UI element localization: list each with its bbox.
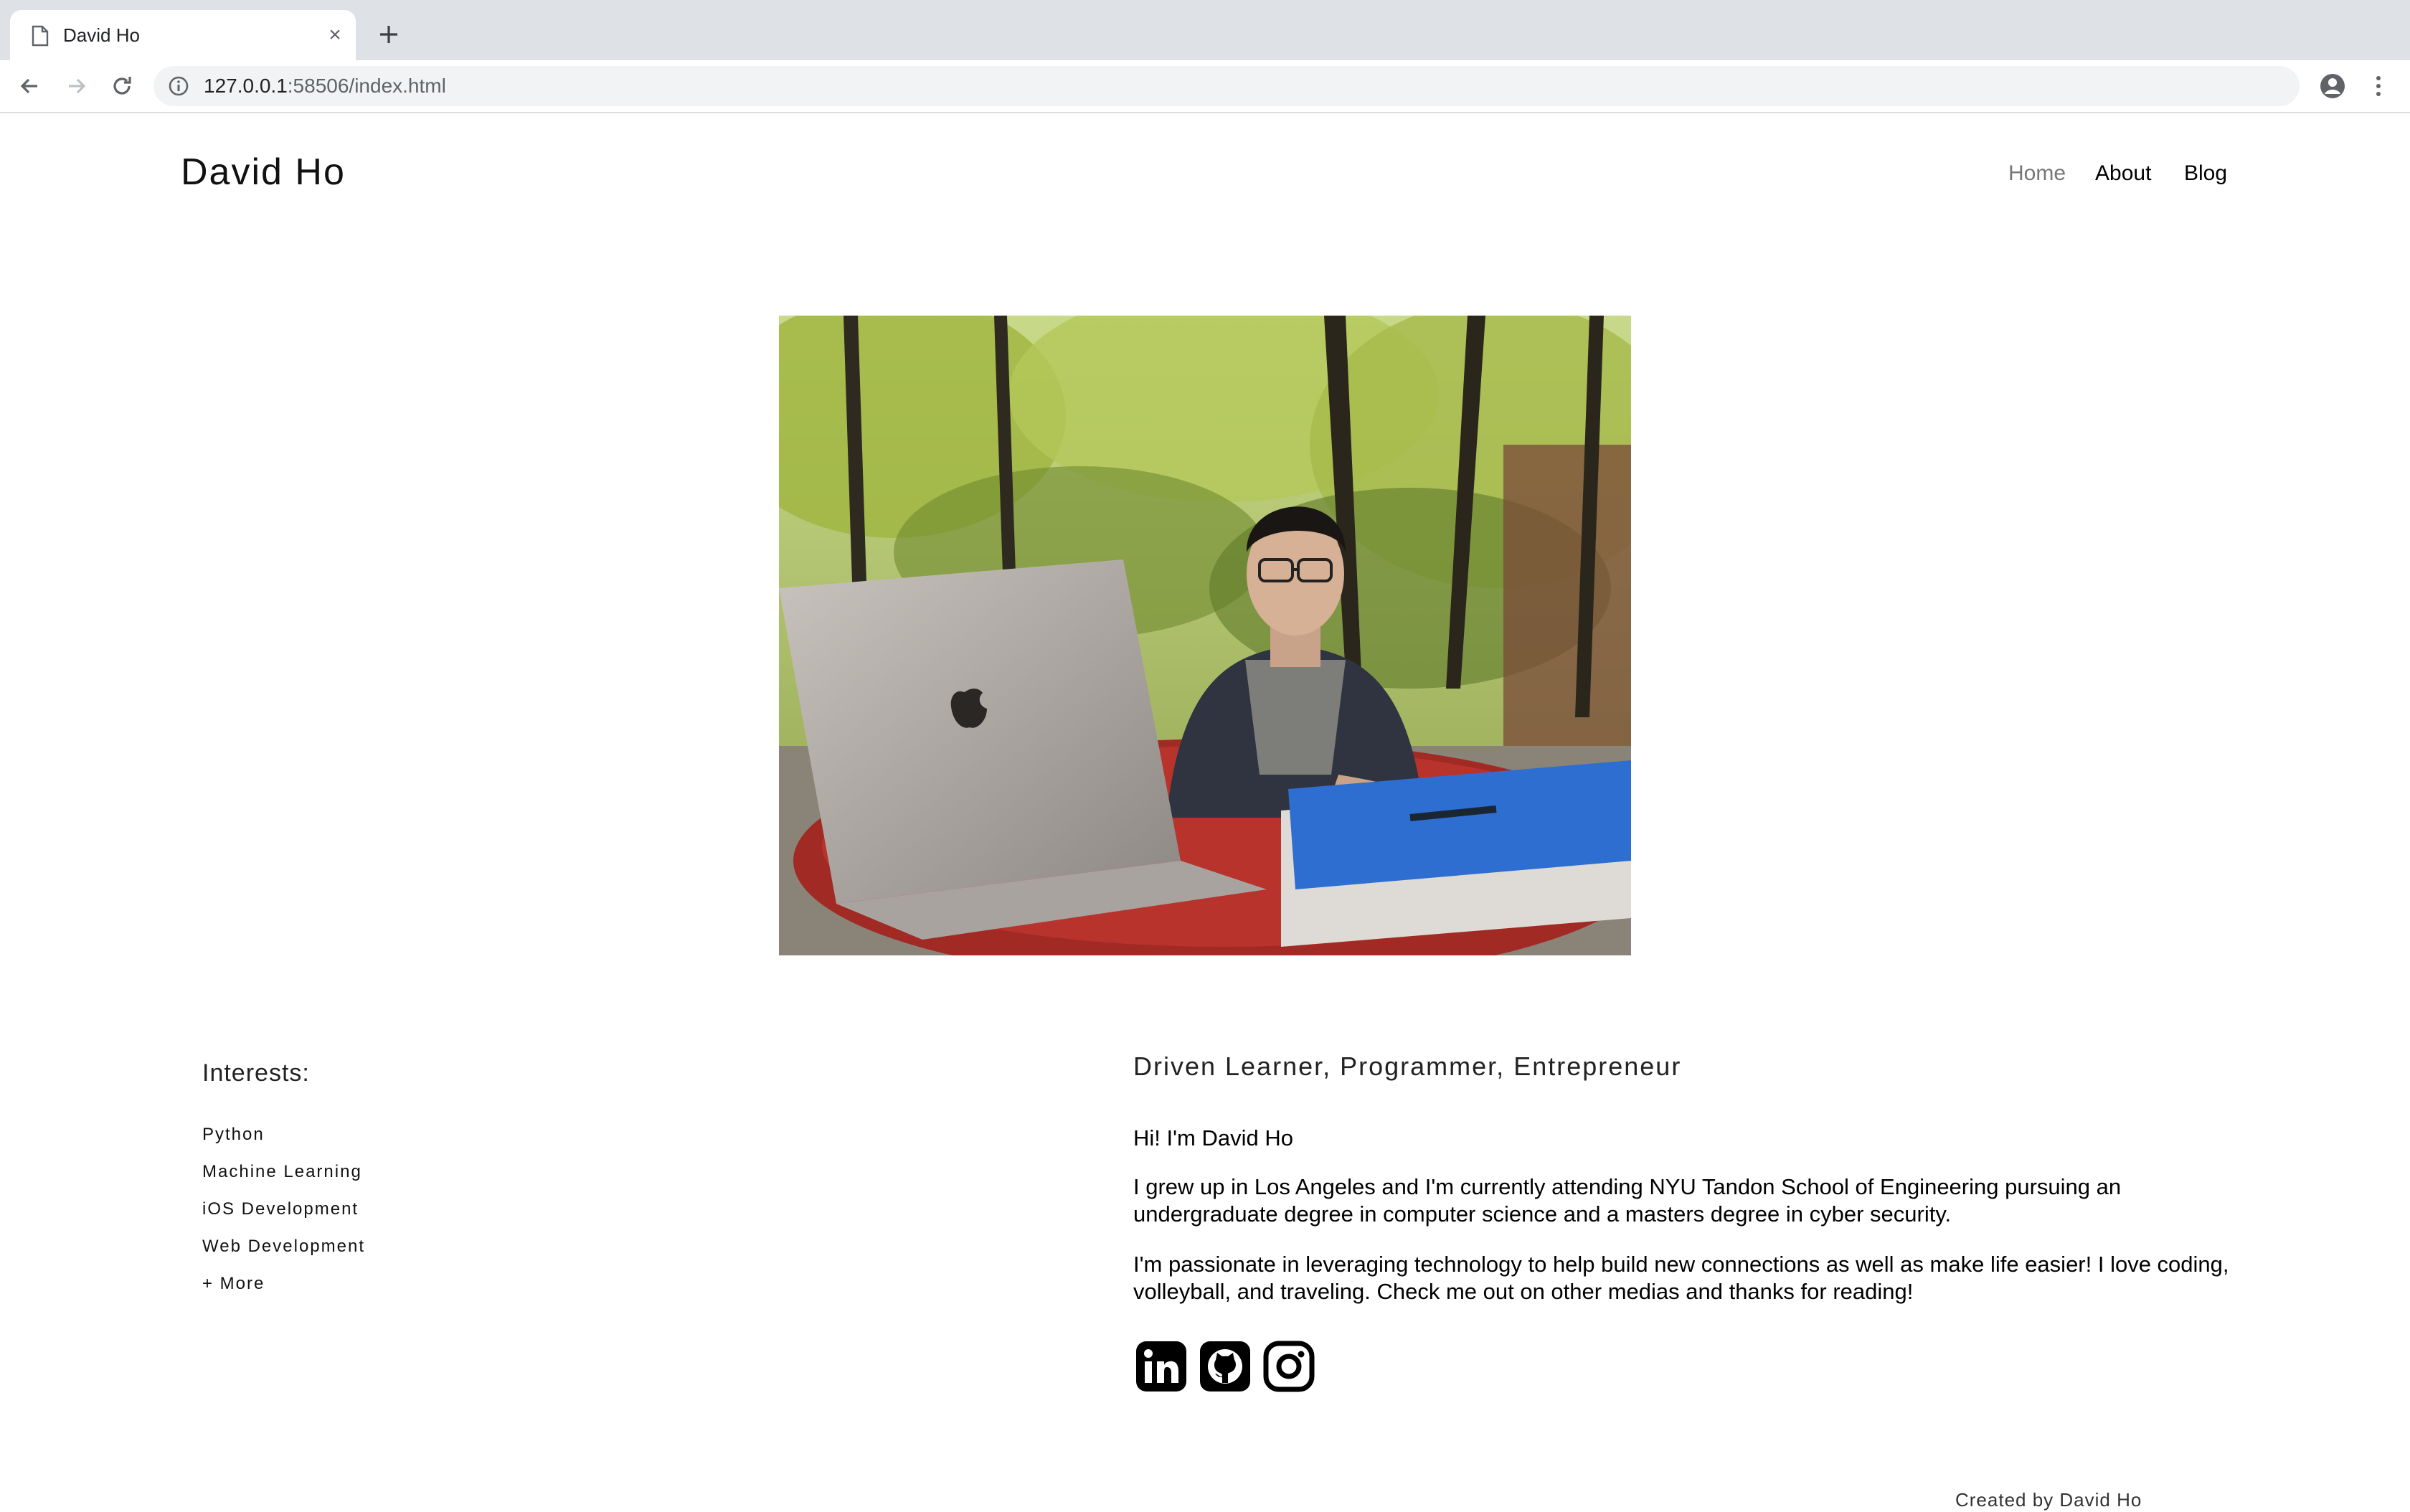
interests-heading: Interests: (202, 1059, 310, 1087)
browser-tab-strip: David Ho × (0, 0, 2410, 60)
page-icon (32, 25, 49, 47)
github-icon[interactable] (1199, 1340, 1252, 1393)
reload-icon[interactable] (108, 72, 136, 100)
info-icon[interactable] (168, 75, 189, 97)
interest-machine-learning: Machine Learning (202, 1162, 362, 1181)
url-text: 127.0.0.1:58506/index.html (204, 75, 446, 97)
tab-title: David Ho (63, 24, 140, 46)
site-title[interactable]: David Ho (181, 149, 346, 195)
tagline: Driven Learner, Programmer, Entrepreneur (1133, 1052, 1682, 1081)
footer-credit: Created by David Ho (1955, 1489, 2142, 1511)
bio-paragraph-2: I'm passionate in leveraging technology … (1133, 1252, 2229, 1304)
instagram-icon[interactable] (1262, 1340, 1315, 1393)
forward-icon[interactable] (62, 72, 90, 100)
address-bar[interactable]: 127.0.0.1:58506/index.html (153, 66, 2300, 106)
kebab-menu-icon[interactable] (2364, 72, 2393, 100)
interest-web-development: Web Development (202, 1237, 365, 1256)
interest-ios-development: iOS Development (202, 1199, 359, 1219)
profile-icon[interactable] (2318, 72, 2347, 100)
nav-blog-link[interactable]: Blog (2184, 159, 2227, 188)
close-tab-icon[interactable]: × (324, 24, 346, 46)
browser-tab[interactable]: David Ho × (10, 10, 356, 60)
interest-more-link[interactable]: + More (202, 1272, 265, 1295)
back-icon[interactable] (16, 72, 44, 100)
browser-toolbar: 127.0.0.1:58506/index.html (0, 60, 2410, 113)
greeting-text: Hi! I'm David Ho (1133, 1125, 1293, 1150)
bio-paragraph-1: I grew up in Los Angeles and I'm current… (1133, 1174, 2122, 1227)
new-tab-icon[interactable] (374, 20, 403, 49)
nav-home-link[interactable]: Home (2008, 159, 2066, 188)
nav-about-link[interactable]: About (2095, 159, 2151, 188)
linkedin-icon[interactable] (1135, 1340, 1188, 1393)
interest-python: Python (202, 1125, 265, 1144)
profile-photo (779, 316, 1631, 955)
